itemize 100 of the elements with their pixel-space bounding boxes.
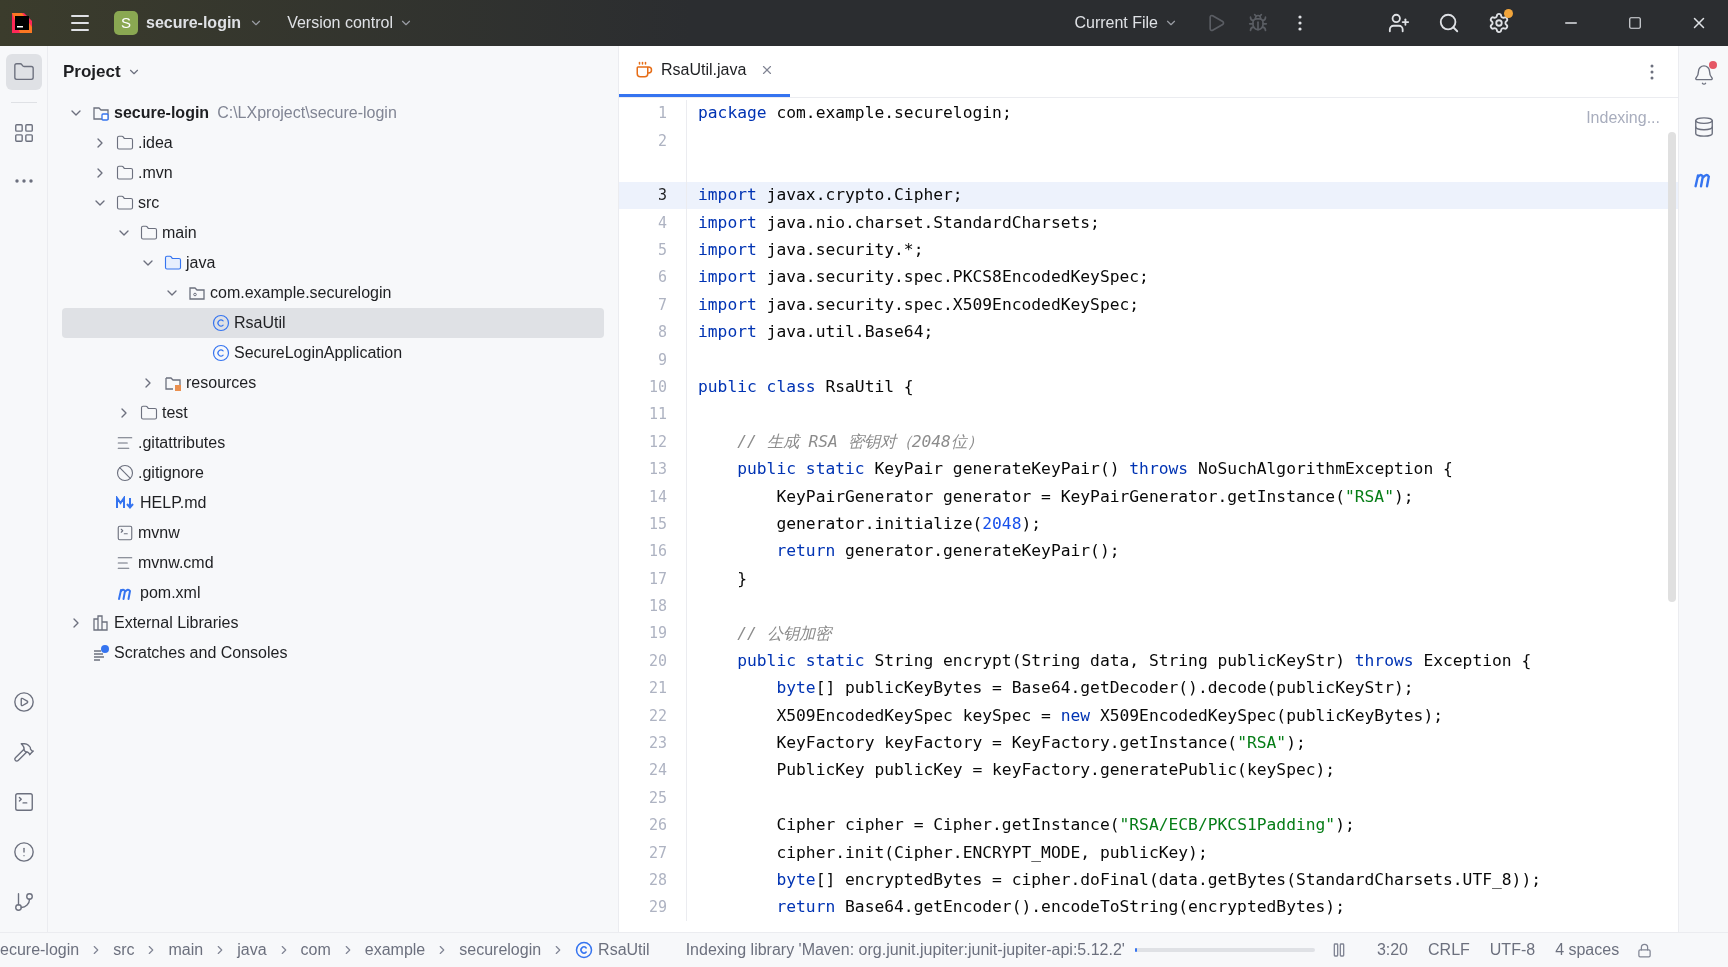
- tree-item[interactable]: java: [62, 248, 604, 278]
- tree-item[interactable]: HELP.md: [62, 488, 604, 518]
- line-number: 8: [656, 322, 667, 344]
- editor-tab[interactable]: RsaUtil.java: [619, 46, 791, 97]
- maximize-icon[interactable]: [1628, 16, 1642, 30]
- package-folder-icon: [188, 284, 206, 302]
- tree-item[interactable]: mvnw: [62, 518, 604, 548]
- line-number: 24: [647, 760, 667, 782]
- tree-item-label: secure-login: [114, 103, 210, 123]
- folder-icon: [116, 134, 134, 152]
- tree-item-label: .gitignore: [138, 463, 204, 483]
- tree-item[interactable]: secure-login C:\LXproject\secure-login: [62, 98, 604, 128]
- tree-item[interactable]: Scratches and Consoles: [62, 638, 604, 668]
- code-text: KeyPairGenerator generator = KeyPairGenerator.getInstance("RSA");: [775, 485, 1414, 508]
- breadcrumb[interactable]: RsaUtil: [575, 938, 650, 962]
- text-file-icon: [116, 434, 134, 452]
- tree-item[interactable]: .idea: [62, 128, 604, 158]
- text-file-icon: [116, 554, 134, 572]
- add-user-icon[interactable]: [1388, 12, 1410, 34]
- code-text: // 公钥加密: [736, 622, 831, 645]
- code-text: public class RsaUtil {: [697, 376, 914, 398]
- code-text: import java.util.Base64;: [697, 321, 934, 344]
- file-encoding[interactable]: UTF-8: [1489, 938, 1536, 962]
- tree-item[interactable]: test: [62, 398, 604, 428]
- app-logo-icon: [10, 11, 34, 35]
- line-number: 25: [647, 787, 667, 809]
- line-number: 4: [656, 212, 667, 234]
- breadcrumb[interactable]: com: [300, 938, 331, 962]
- code-text: X509EncodedKeySpec keySpec = new X509EncodedKeySpec(publicKeyBytes);: [775, 704, 1443, 727]
- tree-item-label: .idea: [138, 133, 173, 153]
- tree-item[interactable]: .mvn: [62, 158, 604, 188]
- breadcrumb[interactable]: ecure-login: [0, 938, 80, 962]
- tree-item-label: com.example.securelogin: [210, 283, 392, 303]
- markdown-icon: [116, 496, 136, 510]
- breadcrumb[interactable]: src: [113, 938, 135, 962]
- breadcrumb[interactable]: example: [364, 938, 426, 962]
- line-ending[interactable]: CRLF: [1428, 938, 1470, 962]
- line-number: 10: [647, 376, 667, 398]
- project-name: secure-login: [146, 13, 242, 33]
- line-number: 22: [647, 705, 667, 727]
- problems-icon: [12, 841, 35, 863]
- tree-item-label: mvnw.cmd: [138, 553, 214, 573]
- line-number: 5: [656, 240, 667, 261]
- tree-item-label: test: [162, 403, 188, 423]
- ignore-file-icon: [116, 464, 134, 482]
- project-selector[interactable]: S secure-login: [114, 11, 264, 35]
- tree-item-label: HELP.md: [140, 493, 207, 513]
- tree-item[interactable]: .gitignore: [62, 458, 604, 488]
- code-text: import java.security.*;: [697, 239, 924, 262]
- scratches-icon: [92, 644, 110, 662]
- tree-item[interactable]: pom.xml: [62, 578, 604, 608]
- line-number: 17: [647, 568, 667, 590]
- tree-item[interactable]: resources: [62, 368, 604, 398]
- tree-item[interactable]: External Libraries: [62, 608, 604, 638]
- line-number: 3: [656, 185, 667, 207]
- search-icon[interactable]: [1438, 12, 1460, 34]
- tree-item-label: Scratches and Consoles: [114, 643, 288, 663]
- structure-icon: [12, 122, 35, 144]
- tree-item[interactable]: .gitattributes: [62, 428, 604, 458]
- breadcrumb[interactable]: securelogin: [459, 938, 542, 962]
- run-config-selector[interactable]: Current File: [1074, 11, 1178, 35]
- scrollbar-thumb[interactable]: [1668, 132, 1676, 602]
- line-number: 9: [656, 349, 667, 371]
- tree-item[interactable]: src: [62, 188, 604, 218]
- lock-icon[interactable]: [1637, 942, 1653, 958]
- terminal-icon: [12, 791, 35, 813]
- breadcrumb[interactable]: main: [168, 938, 204, 962]
- settings-icon[interactable]: [1488, 12, 1510, 34]
- vcs-selector[interactable]: Version control: [287, 11, 413, 35]
- bell-icon: [1692, 64, 1715, 86]
- tree-item-label: External Libraries: [114, 613, 239, 633]
- vcs-label: Version control: [287, 13, 393, 33]
- line-number: 13: [647, 459, 667, 481]
- class-icon: [212, 344, 230, 362]
- database-icon: [1692, 116, 1715, 138]
- git-branch-icon: [12, 891, 35, 913]
- tree-item[interactable]: com.example.securelogin: [62, 278, 604, 308]
- panel-title[interactable]: Project: [63, 59, 121, 85]
- tree-item-label: SecureLoginApplication: [234, 343, 403, 363]
- more-icon[interactable]: [1650, 63, 1654, 80]
- tree-item[interactable]: main: [62, 218, 604, 248]
- class-icon: [212, 314, 230, 332]
- tool-window-button[interactable]: [5, 54, 42, 90]
- line-number: 7: [656, 294, 667, 316]
- hammer-icon: [12, 741, 35, 763]
- breadcrumb[interactable]: java: [237, 938, 267, 962]
- indent-setting[interactable]: 4 spaces: [1555, 938, 1620, 962]
- tree-item-label: pom.xml: [140, 583, 201, 603]
- code-text: PublicKey publicKey = keyFactory.generatePublic(keySpec);: [775, 759, 1336, 782]
- folder-icon: [12, 61, 35, 83]
- more-icon[interactable]: [1298, 15, 1302, 31]
- code-text: Cipher cipher = Cipher.getInstance("RSA/ECB/PKCS1Padding");: [775, 814, 1355, 837]
- code-text: }: [736, 567, 747, 590]
- tree-item[interactable]: RsaUtil: [62, 308, 604, 338]
- tree-item[interactable]: mvnw.cmd: [62, 548, 604, 578]
- line-number: 12: [647, 431, 667, 453]
- tab-label: RsaUtil.java: [661, 60, 747, 80]
- tree-item[interactable]: SecureLoginApplication: [62, 338, 604, 368]
- folder-icon: [116, 164, 134, 182]
- caret-position[interactable]: 3:20: [1376, 938, 1408, 962]
